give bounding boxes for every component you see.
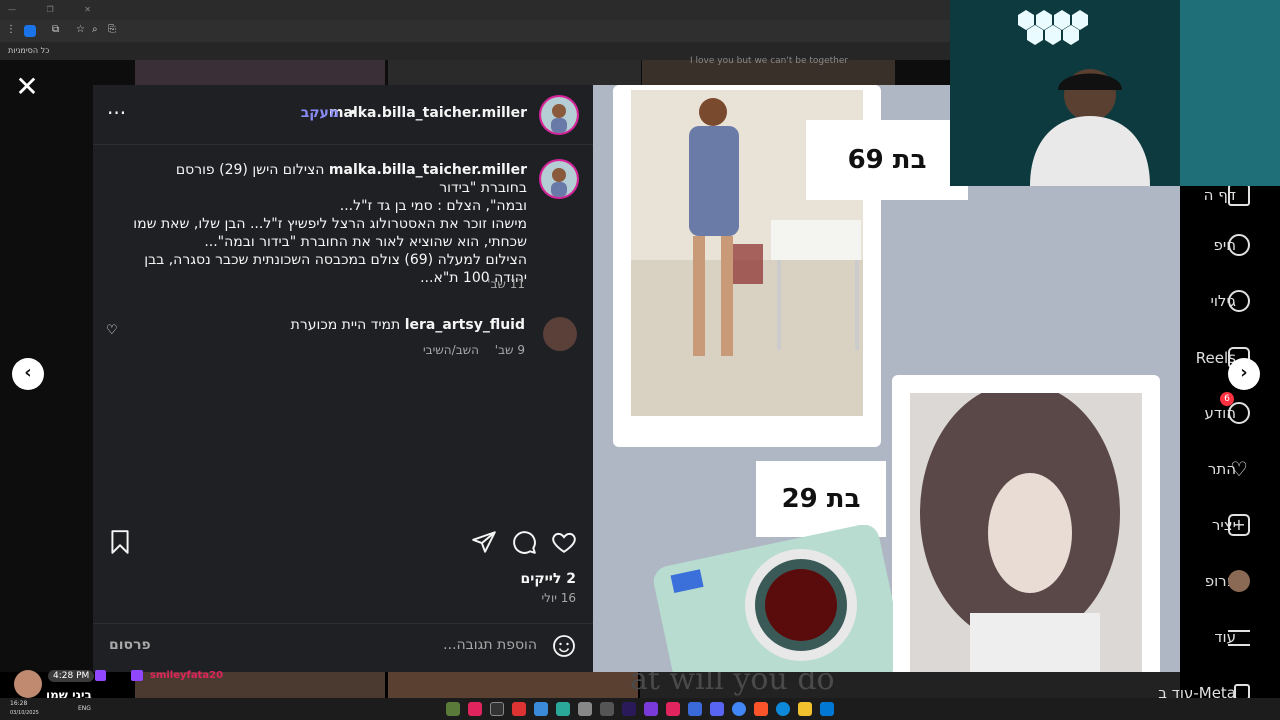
- old-photo: [910, 393, 1142, 672]
- search-icon: [1228, 234, 1250, 256]
- caption-line: שכחתי, הוא שהוציא לאור את החוברת "בידור …: [204, 234, 527, 250]
- screen: — ❐ ✕ ⋮ ⧉ ☆ ⌕ ⎘ כל הסימניות I love you b…: [0, 0, 1280, 720]
- background-caption: I love you but we can't be together: [690, 56, 849, 66]
- next-post-button[interactable]: ›: [1228, 358, 1260, 390]
- caption-timestamp[interactable]: 11 שב': [487, 277, 525, 291]
- post-comment-button[interactable]: פרסום: [109, 637, 151, 653]
- comment-timestamp[interactable]: 9 שב': [495, 343, 525, 357]
- all-bookmarks-link[interactable]: כל הסימניות: [8, 46, 49, 55]
- camera-illustration: [653, 525, 893, 672]
- zoom-icon[interactable]: ⌕: [92, 24, 98, 35]
- share-icon[interactable]: ⎘: [108, 24, 116, 35]
- menu-dots-icon[interactable]: ⋮: [6, 24, 16, 35]
- post-caption: malka.billa_taicher.miller הצילום הישן (…: [127, 161, 527, 287]
- caption-username[interactable]: malka.billa_taicher.miller: [329, 162, 527, 178]
- notification-badge: 6: [1220, 392, 1234, 406]
- taskbar-clock[interactable]: 16:28: [10, 700, 27, 707]
- caption-line: יהודה 100 ת"א...: [420, 270, 527, 286]
- home-icon: [1228, 184, 1250, 206]
- share-icon[interactable]: [471, 529, 497, 555]
- stream-time: 4:28 PM: [48, 670, 95, 682]
- window-controls[interactable]: — ❐ ✕: [8, 5, 105, 14]
- plus-icon: +: [1228, 514, 1250, 536]
- background-thumbnail: [388, 60, 641, 86]
- extension-icon[interactable]: ⧉: [52, 24, 59, 35]
- caption-line: מישהו זוכר את האסטרולוג הרצל ליפשיץ ז"ל.…: [133, 216, 527, 232]
- author-username[interactable]: malka.billa_taicher.miller: [329, 105, 527, 121]
- compass-icon: [1228, 290, 1250, 312]
- previous-post-button[interactable]: ‹: [12, 358, 44, 390]
- app-icon-music[interactable]: [666, 702, 680, 716]
- like-icon[interactable]: [551, 529, 577, 555]
- background-thumbnail: [135, 60, 385, 86]
- follow-button[interactable]: מעקב: [301, 105, 339, 121]
- comment-username[interactable]: lera_artsy_fluid: [405, 317, 525, 333]
- heart-icon: ♡: [1230, 457, 1248, 481]
- instagram-sidebar: דף ה חיפ גילוי Reels הודע 6 התר ♡ יציר +: [1158, 184, 1280, 702]
- app-icon-purple[interactable]: [644, 702, 658, 716]
- profile-icon: [1228, 570, 1250, 592]
- author-avatar[interactable]: [539, 95, 579, 135]
- post-comments-pane: malka.billa_taicher.miller • מעקב ··· ma…: [93, 85, 593, 672]
- photo-card-old: [892, 375, 1160, 672]
- sidebar-item-notifications[interactable]: התר ♡: [1180, 454, 1280, 484]
- start-button[interactable]: [820, 702, 834, 716]
- twitch-icon: [95, 670, 106, 681]
- subscriber-badge-icon: [131, 670, 143, 681]
- comment: lera_artsy_fluid תמיד היית מכוערת: [291, 317, 525, 333]
- post-date[interactable]: 16 יולי: [541, 591, 576, 605]
- app-icon-edge[interactable]: [776, 702, 790, 716]
- favicon: [24, 25, 36, 37]
- commenter-avatar[interactable]: [543, 317, 577, 351]
- webcam-overlay: [950, 0, 1280, 186]
- separator-dot: •: [348, 105, 357, 121]
- like-count[interactable]: 2 לייקים: [520, 571, 576, 587]
- caption-line: ובמה", הצלם : סמי בן גד ז"ל...: [339, 198, 527, 214]
- chat-username: smileyfata20: [150, 670, 224, 681]
- app-icon-minecraft[interactable]: [446, 702, 460, 716]
- emoji-icon[interactable]: [552, 634, 576, 658]
- menu-icon: [1228, 630, 1250, 646]
- taskbar-language[interactable]: ENG: [78, 705, 91, 712]
- comment-input[interactable]: הוספת תגובה...: [443, 637, 537, 653]
- comment-text: תמיד היית מכוערת: [290, 317, 401, 333]
- comment-like-icon[interactable]: ♡: [106, 323, 118, 338]
- app-icon-chatgpt[interactable]: [600, 702, 614, 716]
- app-icon-explorer[interactable]: [798, 702, 812, 716]
- sidebar-item-more[interactable]: עוד: [1180, 622, 1280, 652]
- reply-button[interactable]: השב/השיבי: [423, 343, 479, 357]
- app-icon-premiere[interactable]: [622, 702, 636, 716]
- app-icon-obs[interactable]: [468, 702, 482, 716]
- sidebar-item-profile[interactable]: פרופ: [1180, 566, 1280, 596]
- app-icon-brave[interactable]: [754, 702, 768, 716]
- sidebar-item-search[interactable]: חיפ: [1180, 230, 1280, 260]
- caption-avatar[interactable]: [539, 159, 579, 199]
- star-icon[interactable]: ☆: [76, 24, 85, 35]
- taskbar-date[interactable]: 03/10/2025: [10, 710, 39, 716]
- background-thumbnail: [388, 672, 638, 698]
- taskbar: [0, 698, 1280, 720]
- post-header: malka.billa_taicher.miller • מעקב ···: [93, 85, 593, 145]
- app-icon-discord[interactable]: [710, 702, 724, 716]
- messenger-icon: [1228, 402, 1250, 424]
- app-icon-blue[interactable]: [534, 702, 548, 716]
- save-icon[interactable]: [107, 529, 133, 555]
- app-icon-teal[interactable]: [556, 702, 570, 716]
- caption-line: הצילום למעלה (69) צולם במכבסה השכונתית ש…: [144, 252, 527, 268]
- app-icon-settings[interactable]: [578, 702, 592, 716]
- app-icon-red[interactable]: [512, 702, 526, 716]
- sidebar-item-messages[interactable]: הודע 6: [1180, 392, 1280, 428]
- app-icon-photos[interactable]: [688, 702, 702, 716]
- age-label-top: בת 69: [806, 120, 968, 200]
- close-icon[interactable]: ✕: [14, 73, 40, 101]
- comment-meta: 9 שב' השב/השיבי: [411, 343, 525, 357]
- more-options-icon[interactable]: ···: [107, 101, 126, 125]
- app-icon-terminal[interactable]: [490, 702, 504, 716]
- sidebar-item-create[interactable]: יציר +: [1180, 510, 1280, 540]
- app-icon-chrome[interactable]: [732, 702, 746, 716]
- comment-icon[interactable]: [511, 529, 537, 555]
- streamer-avatar: [14, 670, 42, 698]
- sidebar-item-explore[interactable]: גילוי: [1180, 286, 1280, 316]
